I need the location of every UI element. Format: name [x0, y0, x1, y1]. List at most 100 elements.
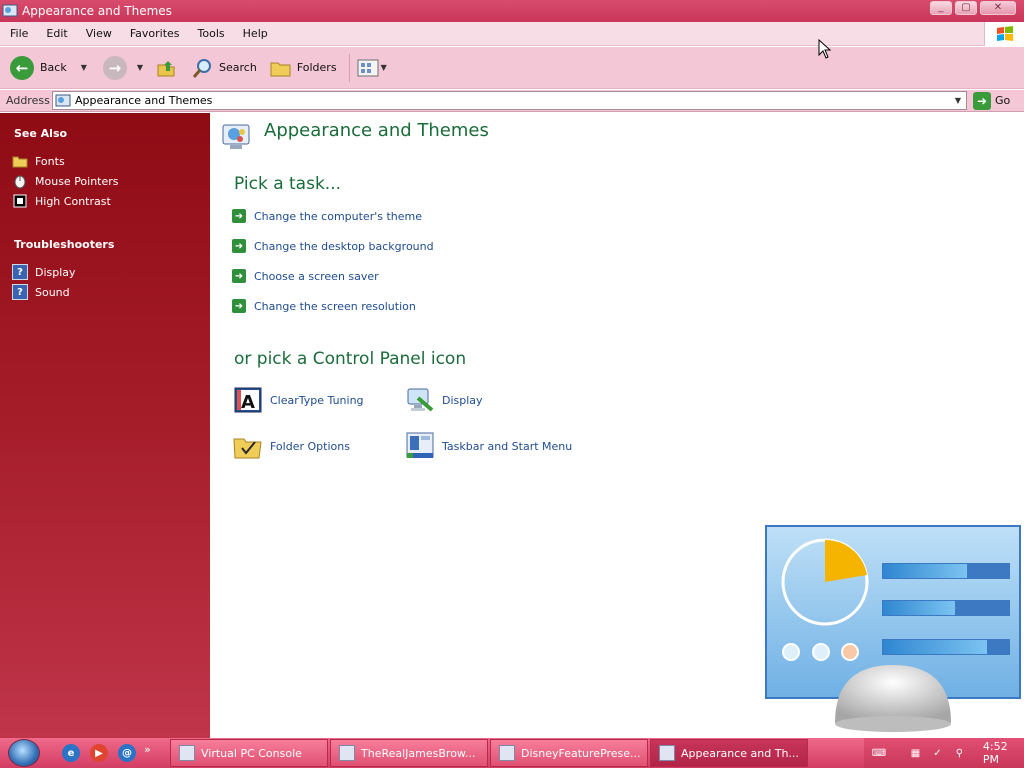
sidebar-item-mouse-pointers[interactable]: Mouse Pointers: [12, 173, 119, 189]
address-label: Address: [6, 94, 50, 107]
task-link-screensaver[interactable]: ➜ Choose a screen saver: [232, 269, 379, 283]
search-icon: [192, 58, 212, 78]
close-button[interactable]: ✕: [980, 1, 1016, 15]
cp-icon-display[interactable]: Display: [404, 384, 483, 416]
cp-icon-folder-options[interactable]: Folder Options: [232, 430, 350, 462]
svg-text:A: A: [241, 392, 255, 413]
icon-heading: or pick a Control Panel icon: [234, 349, 467, 369]
taskbar-button-virtual-pc[interactable]: Virtual PC Console: [170, 739, 328, 767]
search-icon[interactable]: ⚲: [953, 746, 966, 760]
up-folder-button[interactable]: [151, 51, 181, 85]
cp-icon-label: Taskbar and Start Menu: [442, 439, 573, 453]
email-icon[interactable]: @: [118, 744, 136, 762]
views-button[interactable]: ▼: [353, 51, 391, 85]
window-icon: [339, 745, 355, 761]
explorer-window: Appearance and Themes _ ▢ ✕ File Edit Vi…: [0, 0, 1024, 738]
cp-icon-label: ClearType Tuning: [270, 393, 364, 407]
taskbar-button-appearance[interactable]: Appearance and Th...: [650, 739, 808, 767]
folders-button[interactable]: Folders: [265, 51, 341, 85]
quicklaunch-more-icon[interactable]: »: [144, 743, 151, 756]
minimize-button[interactable]: _: [930, 1, 952, 15]
sidebar-item-sound[interactable]: ? Sound: [12, 284, 70, 300]
menu-file[interactable]: File: [0, 27, 37, 40]
menu-bar: File Edit View Favorites Tools Help: [0, 22, 1024, 46]
folders-icon: [270, 62, 291, 76]
back-label: Back: [40, 61, 67, 74]
sidebar-item-display[interactable]: ? Display: [12, 264, 76, 280]
forward-button[interactable]: → ▼: [99, 51, 147, 85]
views-icon: [357, 59, 379, 76]
taskbar-button-label: Appearance and Th...: [681, 746, 799, 760]
views-dropdown-icon[interactable]: ▼: [381, 63, 387, 72]
cp-icon-taskbar[interactable]: Taskbar and Start Menu: [404, 430, 572, 462]
title-bar[interactable]: Appearance and Themes _ ▢ ✕: [0, 0, 1024, 22]
system-tray: ⌨ ▦ ✓ ⚲ 4:52 PM: [864, 738, 1024, 768]
go-button[interactable]: ➜ Go: [973, 91, 1010, 110]
internet-explorer-icon[interactable]: e: [62, 744, 80, 762]
sidebar-item-fonts[interactable]: Fonts: [12, 153, 65, 169]
address-input[interactable]: Appearance and Themes ▼: [52, 91, 967, 110]
troubleshooters-title: Troubleshooters: [14, 238, 115, 251]
forward-arrow-icon: →: [102, 55, 127, 80]
green-arrow-icon: ➜: [232, 269, 246, 283]
cp-icon-cleartype[interactable]: A ClearType Tuning: [232, 384, 364, 416]
back-dropdown-icon[interactable]: ▼: [81, 63, 87, 72]
green-arrow-icon: ➜: [232, 239, 246, 253]
task-link-resolution[interactable]: ➜ Change the screen resolution: [232, 299, 416, 313]
toolbar: ← Back ▼ → ▼ Search Folders ▼: [0, 47, 1024, 89]
maximize-button[interactable]: ▢: [955, 1, 977, 15]
clock[interactable]: 4:52 PM: [983, 740, 1024, 766]
sidebar-item-label: Fonts: [35, 154, 65, 168]
see-also-title: See Also: [14, 127, 68, 140]
cp-icon-label: Folder Options: [270, 439, 350, 453]
sidebar-item-label: Display: [35, 265, 76, 279]
contrast-icon: [12, 193, 28, 209]
task-link-background[interactable]: ➜ Change the desktop background: [232, 239, 434, 253]
address-dropdown-icon[interactable]: ▼: [952, 93, 964, 108]
taskbar-button-label: TheRealJamesBrow...: [361, 746, 476, 760]
mouse-cursor-icon: [818, 39, 832, 59]
go-arrow-icon: ➜: [973, 91, 991, 110]
display-icon: [407, 388, 434, 412]
menu-tools[interactable]: Tools: [189, 27, 234, 40]
windows-logo-icon: [984, 22, 1024, 46]
appearance-themes-icon: [222, 124, 250, 149]
taskbar-icon: [406, 432, 434, 458]
taskbar-button-label: Virtual PC Console: [201, 746, 302, 760]
folders-label: Folders: [296, 61, 337, 74]
folder-options-icon: [233, 438, 262, 459]
mouse-icon: [12, 173, 28, 189]
back-button[interactable]: ← Back ▼: [6, 51, 91, 85]
security-icon[interactable]: ✓: [931, 746, 944, 760]
start-button[interactable]: [8, 739, 40, 767]
menu-edit[interactable]: Edit: [37, 27, 76, 40]
keyboard-icon[interactable]: ⌨: [872, 746, 886, 760]
menu-view[interactable]: View: [77, 27, 121, 40]
window-controls: _ ▢ ✕: [930, 1, 1016, 15]
forward-dropdown-icon[interactable]: ▼: [137, 63, 143, 72]
green-arrow-icon: ➜: [232, 299, 246, 313]
search-label: Search: [219, 61, 257, 74]
sidebar-item-high-contrast[interactable]: High Contrast: [12, 193, 111, 209]
taskbar-button-jamesbrow[interactable]: TheRealJamesBrow...: [330, 739, 488, 767]
page-title: Appearance and Themes: [264, 120, 489, 141]
green-arrow-icon: ➜: [232, 209, 246, 223]
control-panel-icon: [2, 4, 18, 17]
window-icon: [179, 745, 195, 761]
menu-favorites[interactable]: Favorites: [121, 27, 189, 40]
task-label: Choose a screen saver: [254, 269, 379, 283]
up-folder-icon: [157, 60, 175, 76]
media-player-icon[interactable]: ▶: [90, 744, 108, 762]
task-link-theme[interactable]: ➜ Change the computer's theme: [232, 209, 422, 223]
toolbar-separator: [348, 53, 350, 82]
taskbar-button-disney[interactable]: DisneyFeaturePrese...: [490, 739, 648, 767]
folder-icon: [12, 153, 28, 169]
network-icon[interactable]: ▦: [909, 746, 922, 760]
help-icon: ?: [12, 264, 28, 280]
taskbar-button-label: DisneyFeaturePrese...: [521, 746, 641, 760]
task-label: Change the computer's theme: [254, 209, 422, 223]
search-button[interactable]: Search: [187, 51, 261, 85]
menu-help[interactable]: Help: [234, 27, 277, 40]
taskbar: e ▶ @ » Virtual PC Console TheRealJamesB…: [0, 738, 1024, 768]
control-panel-icon: [55, 94, 71, 106]
